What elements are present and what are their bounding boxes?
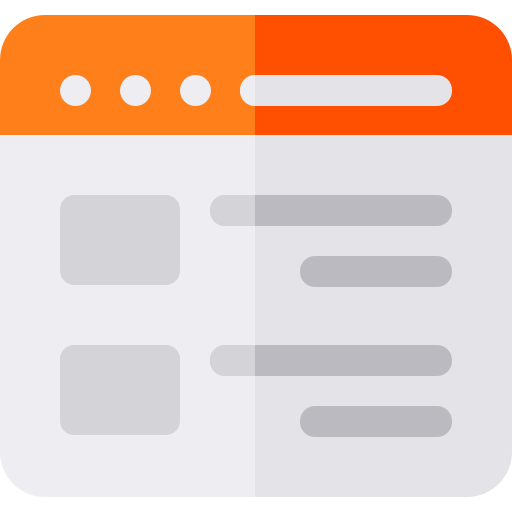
title-line-light	[210, 195, 255, 226]
list-item-subtitle-line	[300, 406, 452, 437]
title-line-light-clip	[210, 345, 255, 376]
image-placeholder-icon	[60, 195, 180, 285]
content-area-left	[0, 135, 255, 497]
list-item-title-line	[210, 345, 452, 376]
address-bar[interactable]	[240, 75, 452, 106]
address-bar-left-clip	[240, 75, 255, 106]
title-line-light	[210, 345, 255, 376]
title-line-light-clip	[210, 195, 255, 226]
window-dot-2[interactable]	[120, 75, 151, 106]
window-dot-1[interactable]	[60, 75, 91, 106]
browser-window	[0, 15, 512, 497]
address-bar-left-cap	[240, 75, 255, 106]
content-area-right	[255, 135, 512, 497]
address-bar-left	[240, 75, 452, 106]
window-dot-3[interactable]	[180, 75, 211, 106]
titlebar-left	[0, 15, 255, 135]
list-item-title-line	[210, 195, 452, 226]
list-item[interactable]	[60, 195, 452, 287]
list-item-subtitle-line	[300, 256, 452, 287]
list-item[interactable]	[60, 345, 452, 437]
image-placeholder-icon	[60, 345, 180, 435]
